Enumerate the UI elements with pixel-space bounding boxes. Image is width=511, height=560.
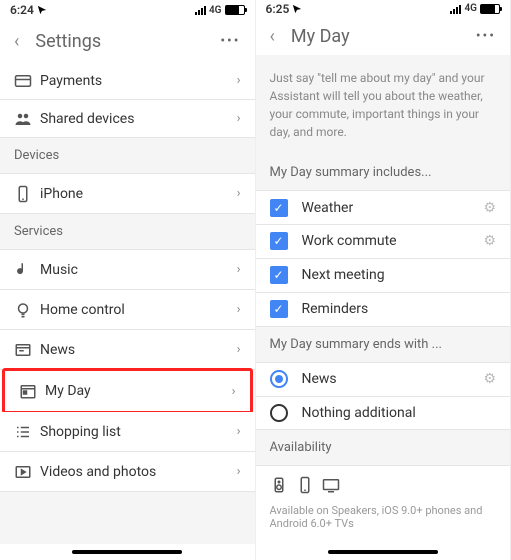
radio-unselected[interactable] [270,404,288,422]
payments-icon [14,72,40,90]
checkbox-checked[interactable]: ✓ [270,300,288,318]
row-label: News [302,371,484,387]
row-iphone[interactable]: iPhone › [0,174,255,214]
row-my-day[interactable]: My Day › [5,371,250,411]
gear-icon[interactable]: ⚙ [483,371,496,387]
header: ‹ Settings ••• [0,20,255,62]
bulb-icon [14,301,40,319]
row-shared-devices[interactable]: Shared devices › [0,100,255,138]
checkbox-checked[interactable]: ✓ [270,199,288,217]
section-availability: Availability [256,430,511,466]
row-label: Next meeting [302,267,497,283]
chevron-icon: › [237,111,241,126]
chevron-icon: › [232,384,236,399]
network-label: 4G [464,3,477,14]
availability-icons [256,466,511,504]
signal-icon [450,4,461,14]
list-icon [14,423,40,441]
row-music[interactable]: Music › [0,250,255,290]
section-services: Services [0,214,255,250]
calendar-icon [19,382,45,400]
myday-screen: 6:25 4G ‹ My Day ••• Just say "tell me a… [256,0,511,560]
row-label: Weather [302,200,484,216]
people-icon [14,110,40,128]
row-news[interactable]: News › [0,330,255,370]
chevron-icon: › [237,73,241,88]
signal-icon [195,5,206,15]
row-home-control[interactable]: Home control › [0,290,255,330]
row-label: Reminders [302,301,497,317]
back-button[interactable]: ‹ [14,31,19,52]
phone-icon [14,185,40,203]
home-indicator[interactable] [72,550,182,554]
more-button[interactable]: ••• [220,33,240,49]
row-nothing-radio[interactable]: Nothing additional [256,397,511,431]
page-title: Settings [35,31,204,52]
row-news-radio[interactable]: News ⚙ [256,363,511,397]
row-label: Music [40,262,237,278]
more-button[interactable]: ••• [476,28,496,44]
row-label: Shopping list [40,424,237,440]
tv-icon [322,476,340,494]
location-icon [37,5,47,15]
row-label: Shared devices [40,111,237,127]
network-label: 4G [209,5,222,16]
row-meeting[interactable]: ✓ Next meeting [256,259,511,293]
section-devices: Devices [0,138,255,174]
checkbox-checked[interactable]: ✓ [270,232,288,250]
time: 6:24 [10,3,34,17]
play-icon [14,463,40,481]
gear-icon[interactable]: ⚙ [483,200,496,216]
gear-icon[interactable]: ⚙ [483,233,496,249]
battery-icon [480,4,500,14]
row-label: Work commute [302,233,484,249]
highlight-box: My Day › [2,368,253,414]
news-icon [14,341,40,359]
time: 6:25 [266,2,290,16]
chevron-icon: › [237,424,241,439]
row-label: iPhone [40,186,237,202]
status-bar: 6:25 4G [256,0,511,18]
row-label: Nothing additional [302,405,497,421]
row-label: News [40,342,237,358]
back-button[interactable]: ‹ [270,26,275,47]
location-icon [292,4,302,14]
section-includes: My Day summary includes... [256,155,511,191]
row-commute[interactable]: ✓ Work commute ⚙ [256,225,511,259]
checkbox-checked[interactable]: ✓ [270,266,288,284]
spacer [0,492,255,544]
chevron-icon: › [237,186,241,201]
row-videos[interactable]: Videos and photos › [0,452,255,492]
settings-screen: 6:24 4G ‹ Settings ••• Payments › Shared… [0,0,256,560]
speaker-icon [270,476,288,494]
chevron-icon: › [237,262,241,277]
header: ‹ My Day ••• [256,18,511,55]
row-label: Payments [40,73,237,89]
chevron-icon: › [237,302,241,317]
chevron-icon: › [237,464,241,479]
help-text: Just say "tell me about my day" and your… [256,55,511,155]
row-payments[interactable]: Payments › [0,62,255,100]
row-reminders[interactable]: ✓ Reminders [256,293,511,327]
row-shopping[interactable]: Shopping list › [0,412,255,452]
row-weather[interactable]: ✓ Weather ⚙ [256,191,511,225]
row-label: Home control [40,302,237,318]
row-label: My Day [45,383,232,399]
phone-icon [296,476,314,494]
music-icon [14,261,40,279]
page-title: My Day [291,26,460,47]
radio-selected[interactable] [270,370,288,388]
home-indicator[interactable] [328,550,438,554]
section-ends: My Day summary ends with ... [256,327,511,363]
row-label: Videos and photos [40,464,237,480]
chevron-icon: › [237,342,241,357]
battery-icon [225,5,245,15]
availability-text: Available on Speakers, iOS 9.0+ phones a… [256,504,511,544]
status-bar: 6:24 4G [0,0,255,20]
